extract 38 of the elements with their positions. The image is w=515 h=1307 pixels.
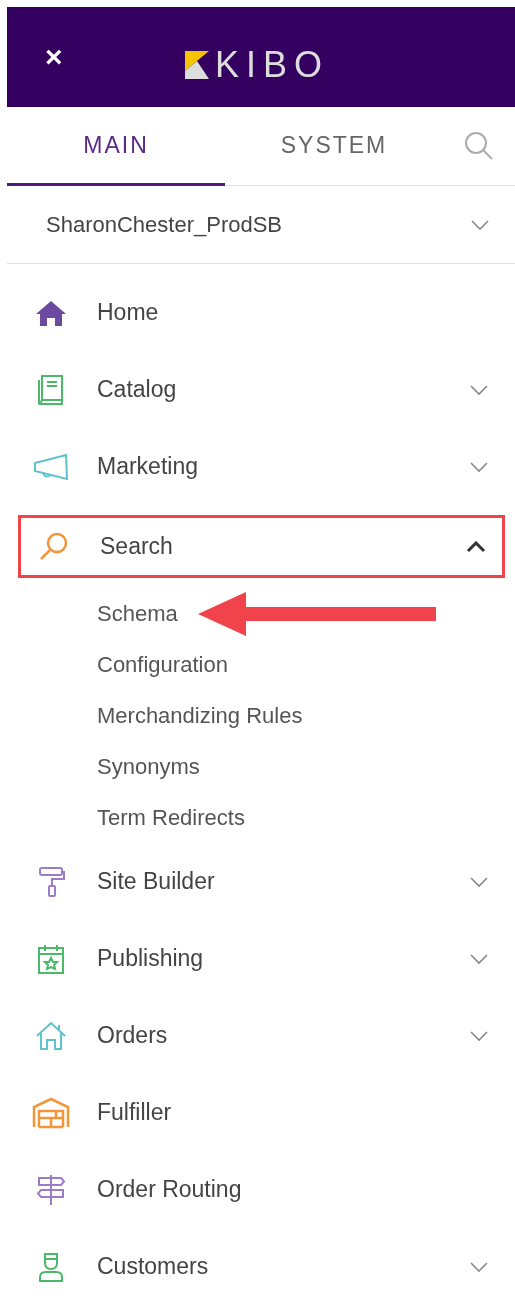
- person-icon: [37, 1250, 65, 1283]
- menu-item[interactable]: Publishing: [7, 920, 515, 997]
- submenu-link[interactable]: Configuration: [97, 651, 228, 678]
- close-button[interactable]: ×: [45, 42, 63, 72]
- menu-item[interactable]: Fulfiller: [7, 1074, 515, 1151]
- logo-text: KIBO: [215, 47, 330, 83]
- signpost-icon: [36, 1173, 66, 1206]
- house-icon: [35, 298, 67, 327]
- submenu-link[interactable]: Synonyms: [97, 753, 200, 780]
- chevron-down-icon: [469, 1029, 489, 1042]
- menu-item[interactable]: Home: [7, 274, 515, 351]
- chevron-down-icon: [469, 875, 489, 888]
- calendar-star-icon: [37, 942, 65, 975]
- megaphone-icon: [33, 452, 69, 481]
- chevron-up-icon: [466, 540, 486, 553]
- menu-item[interactable]: Site Builder: [7, 843, 515, 920]
- menu-item[interactable]: Customers: [7, 1228, 515, 1305]
- menu-item[interactable]: Marketing: [7, 428, 515, 505]
- paint-roller-icon: [36, 865, 66, 898]
- submenu-link[interactable]: Schema: [97, 600, 178, 627]
- menu-item[interactable]: Catalog: [7, 351, 515, 428]
- warehouse-icon: [32, 1096, 70, 1129]
- book-icon: [37, 373, 65, 406]
- nav-tab[interactable]: SYSTEM: [225, 107, 443, 186]
- chevron-down-icon: [470, 218, 490, 231]
- house-outline-icon: [35, 1020, 67, 1051]
- search-icon: [463, 130, 495, 162]
- menu-item[interactable]: Orders: [7, 997, 515, 1074]
- highlighted-menu-item[interactable]: Search: [18, 515, 505, 578]
- nav-tab[interactable]: MAIN: [7, 107, 225, 186]
- chevron-down-icon: [469, 952, 489, 965]
- chevron-down-icon: [469, 1260, 489, 1273]
- tenant-selector[interactable]: SharonChester_ProdSB: [7, 186, 515, 264]
- chevron-down-icon: [469, 383, 489, 396]
- submenu-link[interactable]: Term Redirects: [97, 804, 245, 831]
- chevron-down-icon: [469, 460, 489, 473]
- submenu-link[interactable]: Merchandizing Rules: [97, 702, 303, 729]
- menu-item[interactable]: Order Routing: [7, 1151, 515, 1228]
